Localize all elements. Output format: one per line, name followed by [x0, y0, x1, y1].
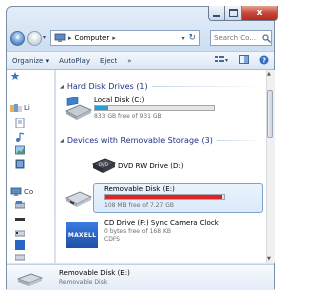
address-bar[interactable]: ▸ Computer ▸ ▾ ↻ [50, 30, 200, 46]
navigation-pane[interactable]: Li Co [7, 70, 55, 263]
drive-name: CD Drive (F:) Sync Camera Clock [104, 219, 219, 227]
back-button[interactable]: ‹ [10, 31, 25, 46]
help-icon: ? [259, 55, 269, 64]
videos-icon[interactable] [15, 159, 25, 169]
dvd-drive-icon: DVD [92, 158, 116, 173]
breadcrumb-separator-end[interactable]: ▸ [112, 34, 116, 42]
breadcrumb-computer[interactable]: Computer [75, 34, 110, 42]
scroll-down-arrow-icon[interactable]: ▼ [267, 256, 271, 262]
close-button[interactable]: x [242, 6, 278, 21]
svg-text:DVD: DVD [99, 162, 108, 167]
network-icon[interactable] [15, 252, 25, 262]
drive-usage-fill [95, 106, 109, 110]
cd-drive-icon[interactable] [15, 240, 25, 250]
sidebar-item-label: Co [24, 188, 34, 196]
scroll-up-arrow-icon[interactable]: ▲ [267, 71, 271, 77]
recent-pages-chevron-icon[interactable]: ▾ [43, 34, 46, 41]
sidebar-item-libraries[interactable]: Li [10, 103, 30, 113]
search-icon[interactable] [262, 33, 271, 43]
organize-button[interactable]: Organize ▾ [7, 57, 54, 65]
maxell-logo-icon: MAXELL [66, 222, 98, 248]
back-arrow-icon: ‹ [15, 33, 20, 43]
view-options-button[interactable]: ▾ [210, 55, 234, 66]
collapse-chevron-icon[interactable]: ◢ [60, 138, 64, 144]
address-dropdown-icon[interactable]: ▾ [181, 35, 184, 42]
sidebar-item-computer[interactable]: Co [10, 187, 33, 197]
drive-name: Local Disk (C:) [94, 96, 145, 104]
group-title-hard-drives: Hard Disk Drives (1) [66, 82, 148, 91]
close-icon: x [256, 8, 263, 18]
group-divider [151, 86, 264, 87]
eject-button[interactable]: Eject [95, 57, 122, 65]
computer-icon [10, 187, 22, 196]
caption-buttons: x [208, 6, 278, 22]
drive-item-dvd[interactable]: DVD DVD RW Drive (D:) [62, 152, 262, 180]
drive-filesystem: CDFS [104, 236, 120, 243]
scrollbar-thumb[interactable] [267, 90, 273, 138]
drive-icon[interactable] [15, 200, 25, 210]
forward-arrow-icon: › [32, 33, 37, 43]
hard-disk-icon [64, 97, 92, 120]
drive-item-local-disk[interactable]: Local Disk (C:) 833 GB free of 931 GB [62, 95, 262, 125]
drive-free-space: 108 MB free of 7.27 GB [104, 202, 175, 209]
command-bar: Organize ▾ AutoPlay Eject » ▾ ? [7, 51, 274, 70]
minimize-button[interactable] [208, 6, 225, 21]
refresh-icon[interactable]: ↻ [188, 33, 196, 43]
libraries-icon [10, 104, 22, 112]
details-pane: Removable Disk (E:) Removable Disk [7, 264, 274, 290]
pictures-icon[interactable] [15, 145, 25, 155]
help-button[interactable]: ? [254, 55, 274, 67]
sidebar-item-label: Li [24, 104, 30, 112]
preview-pane-button[interactable] [234, 55, 254, 66]
views-icon: ▾ [215, 56, 228, 64]
drive-item-cd[interactable]: MAXELL CD Drive (F:) Sync Camera Clock 0… [62, 218, 262, 258]
drive-name: Removable Disk (E:) [104, 185, 175, 193]
drive-name: DVD RW Drive (D:) [118, 162, 184, 170]
drive-free-space: 0 bytes free of 168 KB [104, 228, 171, 235]
removable-disk-icon [64, 191, 92, 207]
details-subtitle: Removable Disk [59, 279, 108, 286]
preview-pane-icon [239, 55, 249, 64]
svg-text:▾: ▾ [225, 57, 228, 64]
group-title-removable: Devices with Removable Storage (3) [66, 136, 213, 145]
breadcrumb-separator[interactable]: ▸ [68, 34, 72, 42]
dvd-drive-icon[interactable] [15, 214, 25, 224]
group-header-hard-drives[interactable]: ◢ Hard Disk Drives (1) [60, 82, 264, 91]
search-box[interactable] [210, 30, 272, 46]
minimize-icon [213, 14, 220, 17]
maximize-icon [228, 9, 238, 17]
drive-free-space: 833 GB free of 931 GB [94, 113, 162, 120]
more-commands-button[interactable]: » [122, 57, 136, 65]
collapse-chevron-icon[interactable]: ◢ [60, 84, 64, 90]
documents-icon[interactable] [15, 118, 25, 128]
group-divider [216, 140, 264, 141]
removable-drive-icon[interactable] [15, 228, 25, 238]
removable-disk-large-icon [17, 273, 43, 286]
search-input[interactable] [211, 34, 262, 42]
drive-usage-bar [94, 105, 215, 111]
computer-small-icon [54, 33, 66, 42]
favorites-star-icon[interactable] [10, 72, 20, 80]
group-header-removable[interactable]: ◢ Devices with Removable Storage (3) [60, 136, 264, 145]
drive-item-removable-disk[interactable]: Removable Disk (E:) 108 MB free of 7.27 … [62, 183, 262, 213]
svg-text:?: ? [262, 56, 266, 64]
maxell-logo-text: MAXELL [67, 231, 97, 239]
drive-usage-bar [104, 194, 225, 200]
autoplay-button[interactable]: AutoPlay [54, 57, 95, 65]
forward-button[interactable]: › [27, 31, 42, 46]
details-title: Removable Disk (E:) [59, 269, 130, 277]
music-icon[interactable] [15, 132, 25, 142]
drive-usage-fill [105, 195, 223, 199]
maximize-button[interactable] [225, 6, 242, 21]
